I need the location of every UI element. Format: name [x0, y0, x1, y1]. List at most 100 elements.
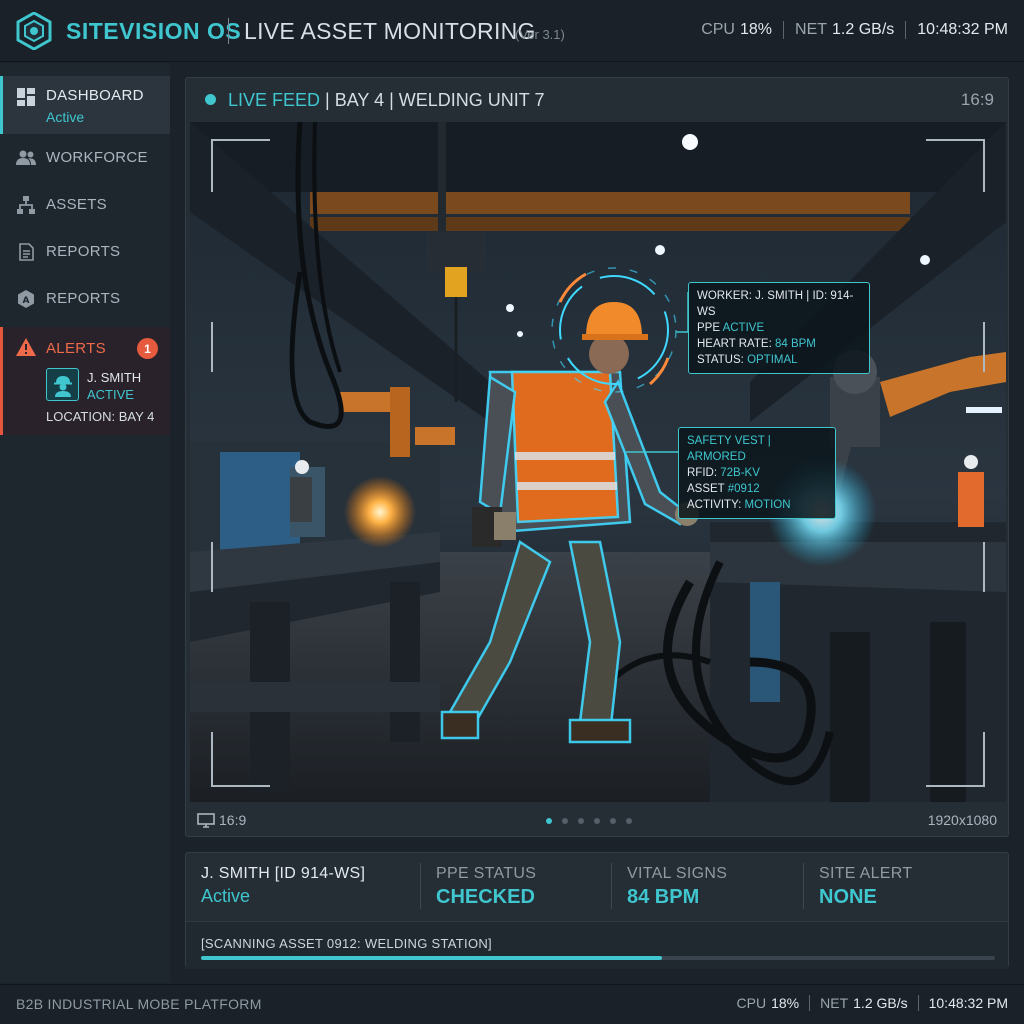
vitals-value: 84 BPM	[627, 886, 700, 908]
ppe-cell: PPE STATUS CHECKED	[436, 865, 536, 909]
sidebar-item-alerts[interactable]: ALERTS 1 J. SMITH ACTIVE LOCATION: BAY 4	[0, 327, 170, 435]
tag-asset-label: ASSET	[687, 483, 725, 495]
sidebar-item-reports-2[interactable]: A REPORTS	[0, 275, 170, 322]
system-stats: CPU 18% NET 1.2 GB/s 10:48:32 PM	[701, 21, 1008, 39]
tag-vest-line: SAFETY VEST | ARMORED	[687, 435, 771, 463]
divider	[803, 863, 804, 909]
header-divider	[228, 18, 229, 44]
site-alert-cell: SITE ALERT NONE	[819, 865, 912, 909]
alert-person-status: ACTIVE	[87, 387, 134, 402]
net-label: NET	[795, 21, 828, 38]
feed-footer: 16:9 1920x1080	[186, 806, 1008, 836]
reports-icon	[16, 242, 36, 262]
carousel-dot[interactable]	[578, 818, 584, 824]
vest-info-tag: SAFETY VEST | ARMORED RFID: 72B-KV ASSET…	[678, 427, 836, 519]
carousel-dot[interactable]	[610, 818, 616, 824]
worker-status: Active	[201, 886, 251, 906]
carousel-dot[interactable]	[546, 818, 552, 824]
monitor-icon[interactable]	[197, 813, 215, 833]
svg-text:A: A	[23, 296, 30, 306]
stat-divider	[809, 995, 811, 1011]
alert-count-badge: 1	[137, 338, 158, 359]
tag-asset-value: #0912	[727, 483, 760, 495]
vitals-cell: VITAL SIGNS 84 BPM	[627, 865, 727, 909]
cpu-label: CPU	[736, 995, 767, 1011]
tag-rfid-value: 72B-KV	[720, 467, 760, 479]
carousel-dot[interactable]	[562, 818, 568, 824]
sitevision-logo-icon	[16, 12, 52, 50]
footer-aspect-ratio: 16:9	[219, 812, 247, 828]
top-bar: SITEVISION OS LIVE ASSET MONITORING (Ver…	[0, 0, 1024, 62]
cpu-value: 18%	[739, 21, 773, 38]
stat-divider	[783, 21, 785, 39]
site-alert-value: NONE	[819, 886, 877, 908]
dashboard-icon	[16, 87, 36, 107]
reports-alt-icon: A	[16, 289, 36, 309]
live-feed-label: LIVE FEED	[228, 90, 321, 110]
live-indicator-icon	[205, 94, 216, 105]
camera-viewport[interactable]: WORKER: J. SMITH | ID: 914-WS PPE ACTIVE…	[190, 122, 1006, 802]
worker-cell: J. SMITH [ID 914-WS] Active	[201, 865, 365, 907]
sidebar-item-label: WORKFORCE	[46, 149, 148, 166]
footer-system-stats: CPU 18% NET 1.2 GB/s 10:48:32 PM	[737, 995, 1008, 1011]
brand-name: SITEVISION OS	[66, 18, 242, 44]
worker-info-tag: WORKER: J. SMITH | ID: 914-WS PPE ACTIVE…	[688, 282, 870, 374]
scan-progress-fill	[201, 956, 662, 960]
workforce-icon	[16, 148, 36, 168]
warning-icon	[16, 338, 36, 361]
alerts-label: ALERTS	[46, 340, 106, 357]
site-alert-label: SITE ALERT	[819, 865, 913, 882]
version-label: (Ver 3.1)	[515, 27, 565, 42]
page-title: LIVE ASSET MONITORING	[244, 18, 536, 44]
stat-divider	[905, 21, 907, 39]
sidebar-item-label: ASSETS	[46, 196, 107, 213]
sidebar-item-workforce[interactable]: WORKFORCE	[0, 134, 170, 181]
carousel-dot[interactable]	[594, 818, 600, 824]
alert-person-name: J. SMITH	[87, 370, 142, 385]
vitals-label: VITAL SIGNS	[627, 865, 728, 882]
worker-id: J. SMITH [ID 914-WS]	[201, 865, 366, 882]
worker-avatar[interactable]	[46, 368, 79, 401]
sidebar-item-status: Active	[46, 109, 85, 125]
bottom-bar: B2B INDUSTRIAL MOBE PLATFORM CPU 18% NET…	[0, 984, 1024, 1024]
tag-status-label: STATUS:	[697, 354, 744, 366]
feed-header: LIVE FEED | BAY 4 | WELDING UNIT 7 16:9	[186, 78, 1008, 120]
sidebar-item-label: REPORTS	[46, 243, 121, 260]
sidebar-item-reports[interactable]: REPORTS	[0, 228, 170, 275]
sidebar-item-dashboard[interactable]: DASHBOARD Active	[0, 76, 170, 134]
factory-scene-image	[190, 122, 1006, 802]
carousel-dots[interactable]	[546, 818, 642, 824]
tag-activity-label: ACTIVITY:	[687, 499, 742, 511]
tag-ppe-value: ACTIVE	[722, 322, 765, 334]
scan-progress-strip: [SCANNING ASSET 0912: WELDING STATION]	[186, 921, 1008, 969]
status-summary: J. SMITH [ID 914-WS] Active PPE STATUS C…	[186, 853, 1008, 921]
carousel-dot[interactable]	[626, 818, 632, 824]
live-feed-panel: LIVE FEED | BAY 4 | WELDING UNIT 7 16:9	[185, 77, 1009, 837]
tag-heart-value: 84 BPM	[774, 338, 816, 350]
sidebar-item-assets[interactable]: ASSETS	[0, 181, 170, 228]
sidebar: DASHBOARD Active WORKFORCE ASSETS REPORT…	[0, 63, 170, 983]
alert-location: LOCATION: BAY 4	[46, 409, 155, 424]
assets-icon	[16, 195, 36, 215]
ppe-value: CHECKED	[436, 886, 535, 908]
net-label: NET	[820, 995, 849, 1011]
tag-ppe-label: PPE	[697, 322, 721, 334]
tag-status-value: OPTIMAL	[747, 354, 798, 366]
divider	[611, 863, 612, 909]
platform-label: B2B INDUSTRIAL MOBE PLATFORM	[16, 996, 262, 1012]
ppe-label: PPE STATUS	[436, 865, 537, 882]
tag-rfid-label: RFID:	[687, 467, 718, 479]
sidebar-item-label: DASHBOARD	[46, 87, 144, 104]
net-value: 1.2 GB/s	[853, 995, 908, 1011]
resolution-label: 1920x1080	[927, 812, 997, 828]
worker-status-panel: J. SMITH [ID 914-WS] Active PPE STATUS C…	[185, 852, 1009, 969]
aspect-ratio-label[interactable]: 16:9	[961, 90, 994, 110]
feed-location: | BAY 4 | WELDING UNIT 7	[325, 90, 545, 110]
net-value: 1.2 GB/s	[832, 21, 895, 38]
divider	[420, 863, 421, 909]
tag-heart-label: HEART RATE:	[697, 338, 772, 350]
stat-divider	[917, 995, 919, 1011]
cpu-label: CPU	[701, 21, 735, 38]
sidebar-item-label: REPORTS	[46, 290, 121, 307]
cpu-value: 18%	[771, 995, 800, 1011]
